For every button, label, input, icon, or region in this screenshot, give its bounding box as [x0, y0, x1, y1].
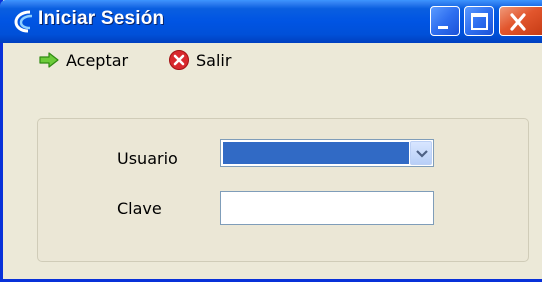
- accept-button[interactable]: Aceptar: [38, 49, 128, 71]
- maximize-icon: [471, 13, 488, 30]
- user-label: Usuario: [117, 149, 178, 168]
- exit-label: Salir: [196, 50, 232, 70]
- red-x-circle-icon: [169, 50, 189, 70]
- maximize-button[interactable]: [464, 6, 494, 36]
- minimize-icon: [438, 26, 448, 29]
- login-window: Iniciar Sesión Aceptar Salir Usuario Cla…: [0, 0, 542, 282]
- minimize-button[interactable]: [430, 6, 460, 36]
- title-bar[interactable]: Iniciar Sesión: [0, 0, 542, 43]
- user-combobox-selection: [223, 142, 409, 164]
- close-button[interactable]: [499, 6, 542, 36]
- user-dropdown-button[interactable]: [410, 141, 432, 165]
- close-icon: [510, 13, 526, 31]
- password-label: Clave: [117, 199, 162, 218]
- toolbar: Aceptar Salir: [3, 43, 542, 75]
- app-logo-icon: [12, 9, 36, 33]
- accept-label: Aceptar: [66, 50, 129, 70]
- password-field[interactable]: [220, 191, 434, 225]
- user-combobox[interactable]: [220, 139, 434, 167]
- exit-button[interactable]: Salir: [168, 49, 231, 71]
- green-arrow-right-icon: [39, 52, 59, 68]
- window-title: Iniciar Sesión: [38, 8, 165, 29]
- chevron-down-icon: [416, 150, 428, 158]
